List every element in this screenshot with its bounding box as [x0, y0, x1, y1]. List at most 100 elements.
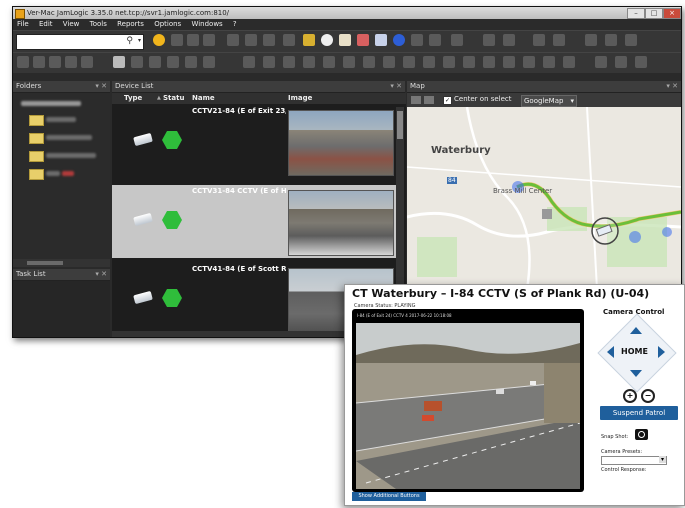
- scroll-thumb[interactable]: [397, 111, 403, 139]
- scroll-thumb[interactable]: [27, 261, 63, 265]
- table-row[interactable]: CCTV21-84 (E of Exit 23/Rt 69): [112, 105, 398, 178]
- tool-icon[interactable]: [149, 56, 161, 68]
- menu-tools[interactable]: Tools: [86, 19, 111, 30]
- tool-icon[interactable]: [323, 56, 335, 68]
- tool-icon[interactable]: [245, 34, 257, 46]
- zoom-in-icon[interactable]: +: [623, 389, 637, 403]
- pan-right-button[interactable]: [658, 346, 665, 358]
- config-icon[interactable]: [303, 34, 315, 46]
- menu-edit[interactable]: Edit: [35, 19, 57, 30]
- menu-view[interactable]: View: [59, 19, 84, 30]
- tool-icon[interactable]: [167, 56, 179, 68]
- tool-icon[interactable]: [113, 56, 125, 68]
- tool-icon[interactable]: [131, 56, 143, 68]
- tool-icon[interactable]: [595, 56, 607, 68]
- search-input[interactable]: ⚲ ▾: [16, 34, 144, 50]
- panel-close-icon[interactable]: ▾ ✕: [95, 269, 107, 280]
- tool-icon[interactable]: [263, 56, 275, 68]
- tool-icon[interactable]: [171, 34, 183, 46]
- center-on-select-checkbox[interactable]: ✓: [443, 96, 452, 105]
- tool-icon[interactable]: [403, 56, 415, 68]
- camera-thumbnail[interactable]: [288, 110, 394, 176]
- tool-icon[interactable]: [49, 56, 61, 68]
- menu-help[interactable]: ?: [229, 19, 241, 30]
- maximize-button[interactable]: □: [645, 8, 663, 19]
- menu-reports[interactable]: Reports: [113, 19, 148, 30]
- jamlogic-icon[interactable]: [153, 34, 165, 46]
- tool-icon[interactable]: [65, 56, 77, 68]
- tool-icon[interactable]: [443, 56, 455, 68]
- tool-icon[interactable]: [563, 56, 575, 68]
- camera-presets-select[interactable]: ▾: [601, 456, 667, 465]
- tool-icon[interactable]: [635, 56, 647, 68]
- tool-icon[interactable]: [503, 34, 515, 46]
- panel-close-icon[interactable]: ▾ ✕: [390, 81, 402, 92]
- col-image[interactable]: Image: [288, 93, 312, 104]
- tool-icon[interactable]: [605, 34, 617, 46]
- folder-item[interactable]: [46, 117, 76, 122]
- col-type[interactable]: Type: [124, 93, 142, 104]
- suspend-patrol-button[interactable]: Suspend Patrol: [600, 406, 678, 420]
- tool-icon[interactable]: [283, 56, 295, 68]
- map-tool-icon[interactable]: [411, 96, 421, 104]
- tool-icon[interactable]: [411, 34, 423, 46]
- sort-icon[interactable]: ▲: [157, 93, 161, 104]
- tool-icon[interactable]: [503, 56, 515, 68]
- panel-close-icon[interactable]: ▾ ✕: [95, 81, 107, 92]
- pan-down-button[interactable]: [630, 370, 642, 377]
- folders-scrollbar[interactable]: [13, 259, 110, 267]
- tool-icon[interactable]: [187, 34, 199, 46]
- folder-item[interactable]: [21, 101, 81, 106]
- tool-icon[interactable]: [625, 34, 637, 46]
- map-provider-select[interactable]: GoogleMap ▾: [521, 95, 577, 107]
- tool-icon[interactable]: [363, 56, 375, 68]
- map-tool-icon[interactable]: [424, 96, 434, 104]
- tool-icon[interactable]: [203, 34, 215, 46]
- show-additional-buttons[interactable]: Show Additional Buttons: [352, 492, 426, 501]
- tool-icon[interactable]: [81, 56, 93, 68]
- zoom-out-icon[interactable]: −: [641, 389, 655, 403]
- globe-icon[interactable]: [393, 34, 405, 46]
- report-icon[interactable]: [357, 34, 369, 46]
- tool-icon[interactable]: [543, 56, 555, 68]
- map-view[interactable]: Waterbury Brass Mill Center 84: [407, 107, 681, 289]
- menu-file[interactable]: File: [13, 19, 33, 30]
- menu-windows[interactable]: Windows: [187, 19, 226, 30]
- table-row[interactable]: CCTV31-84 CCTV (E of Harpers Ferry Rd): [112, 185, 398, 258]
- folder-item[interactable]: [46, 171, 60, 176]
- tool-icon[interactable]: [343, 56, 355, 68]
- tool-icon[interactable]: [463, 56, 475, 68]
- tool-icon[interactable]: [17, 56, 29, 68]
- col-name[interactable]: Name: [192, 93, 215, 104]
- document-icon[interactable]: [339, 34, 351, 46]
- chart-icon[interactable]: [375, 34, 387, 46]
- pan-left-button[interactable]: [607, 346, 614, 358]
- pan-up-button[interactable]: [630, 327, 642, 334]
- tool-icon[interactable]: [33, 56, 45, 68]
- tool-icon[interactable]: [483, 56, 495, 68]
- tool-icon[interactable]: [423, 56, 435, 68]
- search-icon[interactable]: ⚲: [126, 36, 133, 46]
- tool-icon[interactable]: [203, 56, 215, 68]
- col-status[interactable]: Statu: [163, 93, 184, 104]
- tool-icon[interactable]: [185, 56, 197, 68]
- tool-icon[interactable]: [383, 56, 395, 68]
- clock-icon[interactable]: [321, 34, 333, 46]
- tool-icon[interactable]: [283, 34, 295, 46]
- panel-close-icon[interactable]: ▾ ✕: [666, 81, 678, 92]
- dropdown-icon[interactable]: ▾: [138, 37, 141, 44]
- home-button[interactable]: HOME: [621, 347, 648, 356]
- tool-icon[interactable]: [585, 34, 597, 46]
- tool-icon[interactable]: [523, 56, 535, 68]
- tool-icon[interactable]: [227, 34, 239, 46]
- minimize-button[interactable]: –: [627, 8, 645, 19]
- tool-icon[interactable]: [263, 34, 275, 46]
- tool-icon[interactable]: [533, 34, 545, 46]
- tool-icon[interactable]: [615, 56, 627, 68]
- camera-icon[interactable]: [635, 429, 648, 440]
- close-button[interactable]: ×: [663, 8, 681, 19]
- tool-icon[interactable]: [303, 56, 315, 68]
- tool-icon[interactable]: [553, 34, 565, 46]
- tool-icon[interactable]: [243, 56, 255, 68]
- camera-video[interactable]: [356, 323, 580, 489]
